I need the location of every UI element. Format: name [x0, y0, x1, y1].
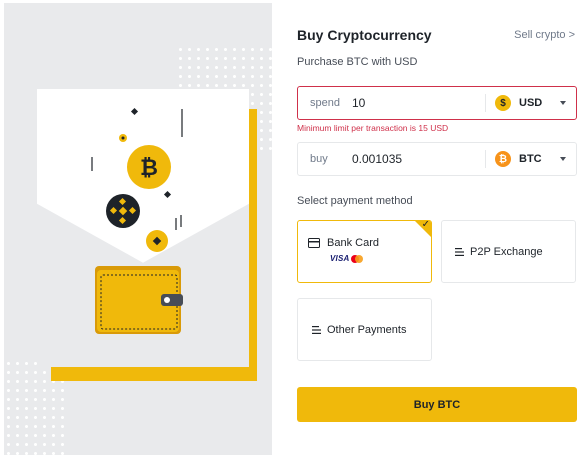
- card-brands: VISA: [330, 254, 364, 263]
- illustration-panel: ₿: [4, 3, 272, 455]
- page-title: Buy Cryptocurrency: [297, 27, 432, 43]
- spend-currency-label: USD: [519, 97, 543, 109]
- buy-input[interactable]: [352, 148, 482, 170]
- payment-option-bank-card[interactable]: ✓ Bank Card VISA: [297, 220, 432, 283]
- bitcoin-symbol: ₿: [140, 156, 158, 181]
- list-icon: [455, 248, 464, 256]
- divider: [485, 94, 486, 112]
- spend-error-message: Minimum limit per transaction is 15 USD: [297, 123, 449, 133]
- payment-option-p2p[interactable]: P2P Exchange: [441, 220, 576, 283]
- visa-logo: VISA: [330, 254, 350, 263]
- chevron-down-icon[interactable]: [560, 157, 566, 161]
- usd-coin-icon: $: [495, 95, 511, 111]
- check-icon: ✓: [421, 220, 430, 230]
- buy-field: buy ₿ BTC: [297, 142, 577, 176]
- buy-currency-select[interactable]: ₿ BTC: [495, 150, 542, 168]
- spend-field: spend $ USD: [297, 86, 577, 120]
- buy-btc-button[interactable]: Buy BTC: [297, 387, 577, 422]
- mastercard-logo: [351, 254, 364, 263]
- buy-form-panel: Buy Cryptocurrency Sell crypto > Purchas…: [276, 0, 582, 459]
- payment-option-label: P2P Exchange: [470, 246, 543, 258]
- purchase-subtitle: Purchase BTC with USD: [297, 56, 418, 68]
- wallet-illustration: ₿: [37, 107, 249, 367]
- spend-currency-select[interactable]: $ USD: [495, 94, 542, 112]
- card-icon: [308, 238, 320, 248]
- payment-option-label: Other Payments: [327, 324, 407, 336]
- list-icon: [312, 326, 321, 334]
- illustration-card: ₿: [37, 89, 249, 367]
- divider: [485, 150, 486, 168]
- payment-method-label: Select payment method: [297, 195, 413, 207]
- btc-coin-icon: ₿: [495, 151, 511, 167]
- payment-option-label: Bank Card: [327, 237, 379, 249]
- wallet-icon: [95, 266, 183, 334]
- small-coin-icon: [146, 230, 168, 252]
- buy-currency-label: BTC: [519, 153, 542, 165]
- chevron-down-icon[interactable]: [560, 101, 566, 105]
- payment-option-other[interactable]: Other Payments: [297, 298, 432, 361]
- spend-input[interactable]: [352, 92, 482, 114]
- sell-crypto-link[interactable]: Sell crypto >: [514, 29, 575, 41]
- spend-label: spend: [310, 97, 340, 109]
- bnb-coin-icon: [106, 194, 140, 228]
- bitcoin-coin-icon: ₿: [127, 145, 171, 189]
- buy-label: buy: [310, 153, 328, 165]
